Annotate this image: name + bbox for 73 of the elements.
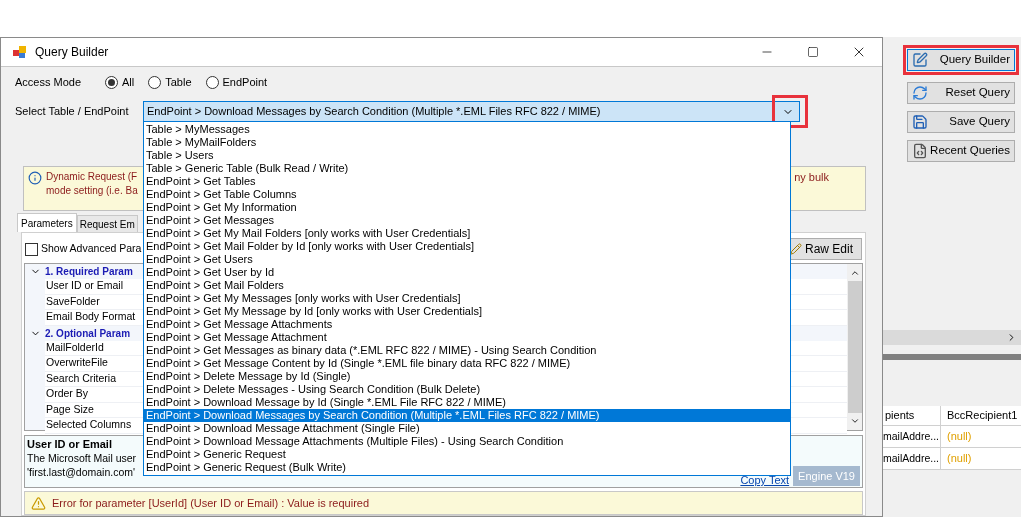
edit-icon — [912, 52, 928, 68]
dropdown-option[interactable]: EndPoint > Generic Request — [144, 448, 790, 461]
pencil-icon — [789, 243, 802, 255]
dropdown-option[interactable]: EndPoint > Download Message Attachments (Multiple Files) - Using Search Condition — [144, 435, 790, 448]
toolbar-button[interactable]: Save Query — [907, 111, 1015, 133]
dropdown-option[interactable]: EndPoint > Get Tables — [144, 175, 790, 188]
column-header: BccRecipient1 — [946, 408, 1019, 424]
horizontal-scrollbar[interactable] — [883, 330, 1021, 345]
column-header: pients — [883, 406, 941, 425]
dropdown-option[interactable]: EndPoint > Download Message Attachment (Single File) — [144, 422, 790, 435]
group-title: 2. Optional Param — [45, 326, 131, 341]
warning-icon — [31, 495, 46, 511]
description-text: The Microsoft Mail user — [27, 451, 137, 465]
save-icon — [912, 114, 928, 130]
radio-option[interactable]: EndPoint — [205, 73, 268, 91]
vertical-scrollbar[interactable] — [847, 264, 862, 430]
dropdown-option[interactable]: EndPoint > Get My Information — [144, 201, 790, 214]
toolbar-button[interactable]: Reset Query — [907, 82, 1015, 104]
tab[interactable]: Request Em — [76, 215, 138, 232]
description-text: 'first.last@domain.com' — [27, 465, 137, 479]
error-text: Error for parameter [UserId] (User ID or Email) : Value is required — [52, 495, 370, 511]
radio-button[interactable] — [148, 75, 162, 89]
dropdown-option[interactable]: EndPoint > Get Messages as binary data (*.EML RFC 822 / MIME) - Using Search Condition — [144, 344, 790, 357]
dropdown-option[interactable]: EndPoint > Download Message by Id (Single *.EML File RFC 822 / MIME) — [144, 396, 790, 409]
dropdown-option[interactable]: EndPoint > Download Messages by Search Condition (Multiple *.EML Files RFC 822 / MIME) — [144, 409, 790, 422]
dropdown-option[interactable]: EndPoint > Get My Messages [only works with User Credentials] — [144, 292, 790, 305]
dropdown-option[interactable]: EndPoint > Delete Message by Id (Single) — [144, 370, 790, 383]
dropdown-option[interactable]: EndPoint > Get My Message by Id [only works with User Credentials] — [144, 305, 790, 318]
select-label: Select Table / EndPoint — [15, 104, 130, 120]
dropdown-option[interactable]: Table > MyMailFolders — [144, 136, 790, 149]
info-icon — [28, 171, 42, 185]
dropdown-option[interactable]: EndPoint > Get Messages — [144, 214, 790, 227]
scroll-down-icon[interactable] — [849, 416, 860, 426]
maximize-icon — [807, 46, 819, 58]
table-cell: mailAddre... — [883, 426, 941, 447]
table-cell-text: (null) — [946, 451, 973, 467]
access-mode-label: Access Mode — [15, 74, 83, 90]
refresh-icon — [912, 85, 928, 101]
checkbox[interactable] — [25, 242, 38, 256]
window-title: Query Builder — [35, 44, 109, 61]
scroll-up-icon[interactable] — [849, 268, 860, 278]
dropdown-option[interactable]: EndPoint > Get User by Id — [144, 266, 790, 279]
dropdown-option[interactable]: EndPoint > Get My Mail Folders [only works with User Credentials] — [144, 227, 790, 240]
document-icon — [912, 143, 928, 159]
group-title: 1. Required Param — [45, 265, 133, 279]
dropdown-option[interactable]: Table > Users — [144, 149, 790, 162]
radio-option[interactable]: All — [105, 73, 135, 91]
app-icon — [13, 46, 27, 58]
dropdown-option[interactable]: EndPoint > Get Message Attachments — [144, 318, 790, 331]
dropdown-option[interactable]: EndPoint > Get Message Attachment — [144, 331, 790, 344]
info-text: ny bulk — [794, 170, 829, 185]
dropdown-option[interactable]: EndPoint > Get Message Content by Id (Single *.EML file binary data RFC 822 / MIME) — [144, 357, 790, 370]
info-text: mode setting (i.e. Ba — [46, 184, 138, 198]
dropdown-option[interactable]: EndPoint > Generic Request (Bulk Write) — [144, 461, 790, 474]
tab[interactable]: Parameters — [17, 213, 77, 232]
radio-button[interactable] — [205, 75, 219, 89]
dropdown-option[interactable]: EndPoint > Get Table Columns — [144, 188, 790, 201]
dropdown-option[interactable]: EndPoint > Get Mail Folders — [144, 279, 790, 292]
toolbar-button[interactable]: Query Builder — [907, 49, 1015, 71]
description-title: User ID or Email — [27, 437, 113, 451]
radio-option[interactable]: Table — [148, 73, 192, 91]
radio-button[interactable] — [105, 75, 118, 89]
copy-text-link[interactable]: Copy Text — [740, 474, 790, 486]
engine-badge: Engine V19 — [793, 466, 860, 486]
endpoint-combo[interactable]: EndPoint > Download Messages by Search Condition (Multiple *.EML Files RFC 822 / MIME) — [143, 101, 800, 122]
dropdown-option[interactable]: Table > MyMessages — [144, 123, 790, 136]
toolbar-button[interactable]: Recent Queries — [907, 140, 1015, 162]
table-cell-text: (null) — [946, 429, 973, 445]
dropdown-option[interactable]: Table > Generic Table (Bulk Read / Write) — [144, 162, 790, 175]
dropdown-option[interactable]: EndPoint > Delete Messages - Using Search Condition (Bulk Delete) — [144, 383, 790, 396]
checkbox-label: Show Advanced Para — [41, 241, 142, 257]
info-text: Dynamic Request (F — [46, 170, 138, 184]
table-cell: mailAddre... — [883, 448, 941, 469]
